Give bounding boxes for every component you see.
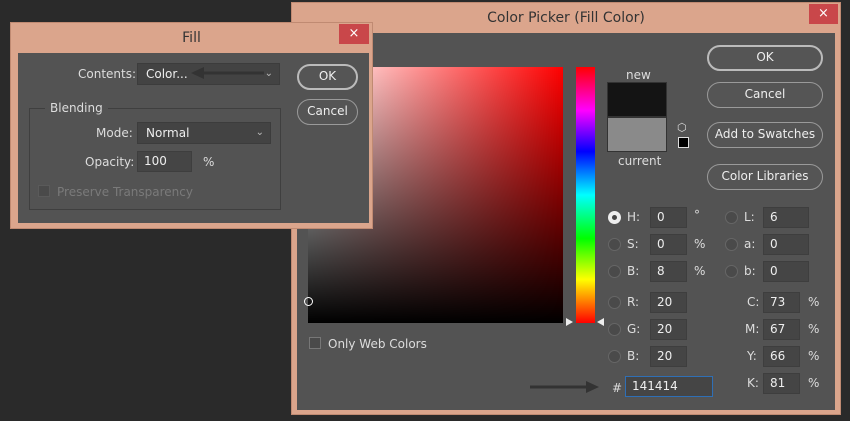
blue-radio[interactable] bbox=[608, 350, 621, 363]
blue-input[interactable]: 20 bbox=[650, 346, 687, 367]
m-label: M: bbox=[745, 322, 760, 336]
c-label: C: bbox=[747, 295, 760, 309]
opacity-unit: % bbox=[203, 155, 215, 169]
contents-label: Contents: bbox=[78, 67, 137, 81]
g-input[interactable]: 20 bbox=[650, 319, 687, 340]
b-lab-radio[interactable] bbox=[725, 265, 738, 278]
k-unit: % bbox=[808, 376, 820, 390]
opacity-label: Opacity: bbox=[85, 155, 135, 169]
color-picker-close-button[interactable]: × bbox=[809, 4, 838, 24]
a-label: a: bbox=[744, 237, 756, 251]
r-input[interactable]: 20 bbox=[650, 292, 687, 313]
m-input[interactable]: 67 bbox=[763, 319, 800, 340]
m-unit: % bbox=[808, 322, 820, 336]
brightness-unit: % bbox=[694, 264, 706, 278]
c-input[interactable]: 73 bbox=[763, 292, 800, 313]
new-color-swatch bbox=[607, 82, 667, 117]
add-to-swatches-button[interactable]: Add to Swatches bbox=[707, 122, 823, 148]
opacity-input[interactable]: 100 bbox=[137, 151, 192, 172]
l-input[interactable]: 6 bbox=[763, 207, 809, 228]
b-lab-label: b: bbox=[744, 264, 756, 278]
brightness-label: B: bbox=[627, 264, 640, 278]
brightness-radio[interactable] bbox=[608, 265, 621, 278]
g-label: G: bbox=[627, 322, 641, 336]
r-radio[interactable] bbox=[608, 296, 621, 309]
web-safe-swatch-icon[interactable] bbox=[678, 137, 689, 148]
fill-close-button[interactable]: × bbox=[339, 24, 369, 44]
h-label: H: bbox=[627, 210, 641, 224]
fill-ok-button[interactable]: OK bbox=[297, 64, 358, 90]
contents-value: Color... bbox=[146, 67, 188, 81]
blue-label: B: bbox=[627, 349, 640, 363]
cube-icon[interactable]: ⬡ bbox=[677, 121, 687, 134]
hue-slider[interactable] bbox=[576, 67, 595, 323]
blending-label: Blending bbox=[45, 100, 108, 116]
h-unit: ° bbox=[694, 208, 700, 222]
s-unit: % bbox=[694, 237, 706, 251]
b-lab-input[interactable]: 0 bbox=[763, 261, 809, 282]
preserve-transparency-checkbox[interactable] bbox=[38, 185, 50, 197]
current-label: current bbox=[618, 154, 662, 168]
color-field-cursor[interactable] bbox=[304, 297, 313, 306]
color-picker-ok-button[interactable]: OK bbox=[707, 45, 823, 71]
hue-slider-handle-right[interactable] bbox=[597, 318, 604, 326]
l-label: L: bbox=[744, 210, 755, 224]
c-unit: % bbox=[808, 295, 820, 309]
hue-slider-handle-left[interactable] bbox=[566, 318, 573, 326]
s-radio[interactable] bbox=[608, 238, 621, 251]
chevron-down-icon: ⌄ bbox=[255, 127, 264, 138]
mode-select[interactable]: Normal ⌄ bbox=[137, 122, 271, 144]
hex-input[interactable]: 141414 bbox=[625, 376, 713, 397]
fill-cancel-button[interactable]: Cancel bbox=[297, 99, 358, 125]
annotation-arrow-left-icon bbox=[191, 67, 264, 79]
s-input[interactable]: 0 bbox=[650, 234, 687, 255]
color-picker-title: Color Picker (Fill Color) bbox=[487, 10, 645, 26]
l-radio[interactable] bbox=[725, 211, 738, 224]
current-color-swatch[interactable] bbox=[607, 117, 667, 152]
preserve-transparency-label: Preserve Transparency bbox=[57, 185, 193, 199]
only-web-colors-checkbox[interactable] bbox=[309, 337, 321, 349]
mode-value: Normal bbox=[146, 126, 190, 140]
fill-title: Fill bbox=[182, 30, 201, 46]
mode-label: Mode: bbox=[96, 126, 133, 140]
k-label: K: bbox=[747, 376, 759, 390]
h-input[interactable]: 0 bbox=[650, 207, 687, 228]
y-input[interactable]: 66 bbox=[763, 346, 800, 367]
y-unit: % bbox=[808, 349, 820, 363]
y-label: Y: bbox=[747, 349, 757, 363]
s-label: S: bbox=[627, 237, 639, 251]
a-input[interactable]: 0 bbox=[763, 234, 809, 255]
r-label: R: bbox=[627, 295, 640, 309]
color-picker-cancel-button[interactable]: Cancel bbox=[707, 82, 823, 108]
h-radio[interactable] bbox=[608, 211, 621, 224]
hex-label: # bbox=[612, 381, 623, 395]
k-input[interactable]: 81 bbox=[763, 373, 800, 394]
color-libraries-button[interactable]: Color Libraries bbox=[707, 164, 823, 190]
g-radio[interactable] bbox=[608, 323, 621, 336]
new-label: new bbox=[626, 68, 651, 82]
a-radio[interactable] bbox=[725, 238, 738, 251]
annotation-arrow-right-icon bbox=[530, 381, 599, 393]
only-web-colors-label: Only Web Colors bbox=[328, 337, 427, 351]
brightness-input[interactable]: 8 bbox=[650, 261, 687, 282]
